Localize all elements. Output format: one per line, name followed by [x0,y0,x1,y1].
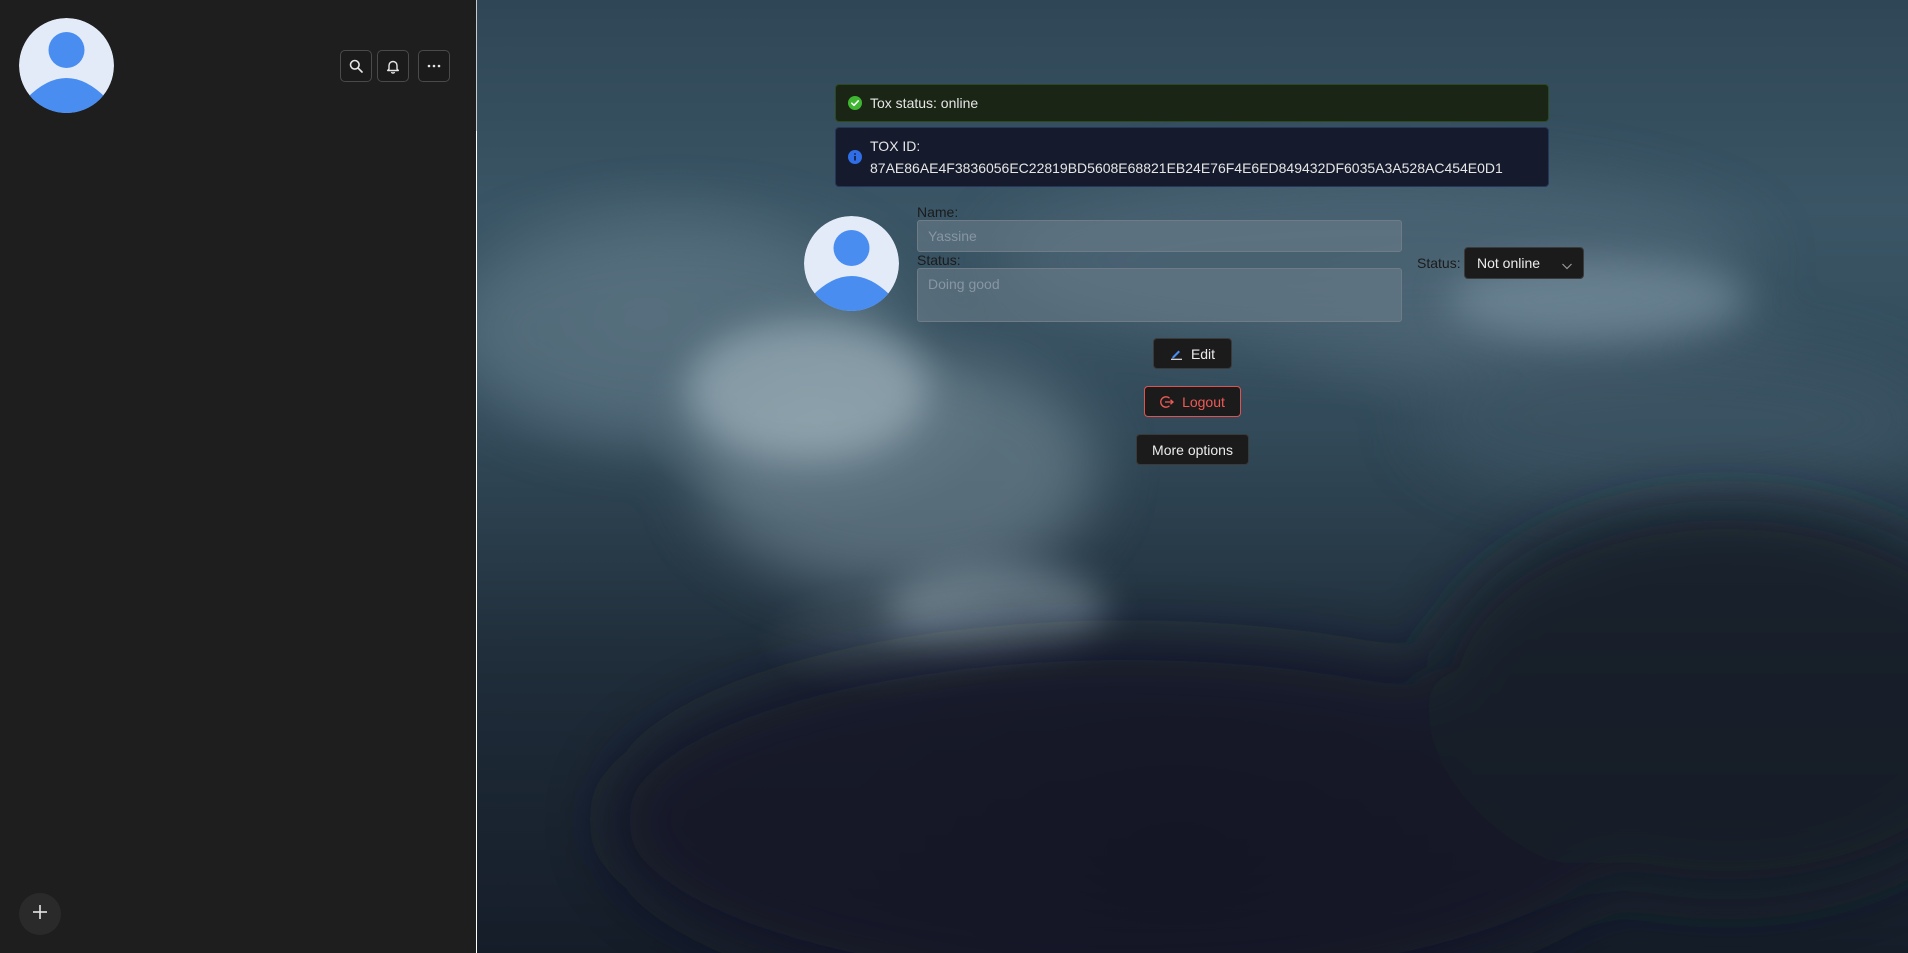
tox-status-text: Tox status: online [870,95,979,111]
pencil-icon [1170,348,1183,360]
tox-id-label: TOX ID: [870,138,921,154]
more-options-button[interactable]: More options [1136,434,1249,465]
tox-id-text: TOX ID: 87AE86AE4F3836056EC22819BD5608E6… [870,135,1503,179]
main-panel: Tox status: online TOX ID: 87AE86AE4F383… [477,0,1908,953]
info-circle-icon [848,150,862,164]
plus-icon [32,904,48,925]
status-textarea[interactable] [917,268,1402,322]
logout-button-label: Logout [1182,393,1225,410]
bell-icon [386,59,400,74]
presence-select-value: Not online [1477,255,1541,271]
logout-button[interactable]: Logout [1144,386,1241,417]
more-options-label: More options [1152,441,1233,458]
edit-button[interactable]: Edit [1153,338,1232,369]
name-label: Name: [917,204,959,220]
presence-select[interactable]: Not online [1464,247,1584,279]
name-input[interactable] [917,220,1402,252]
check-circle-icon [848,96,862,110]
edit-button-label: Edit [1190,345,1216,362]
presence-label: Status: [1417,255,1461,271]
ellipsis-icon [427,64,441,68]
tox-id-value[interactable]: 87AE86AE4F3836056EC22819BD5608E68821EB24… [870,157,1503,179]
notifications-button[interactable] [377,50,409,82]
tox-id-banner: TOX ID: 87AE86AE4F3836056EC22819BD5608E6… [835,127,1549,187]
profile-avatar-icon[interactable] [804,216,899,311]
chevron-down-icon [1561,258,1573,274]
search-button[interactable] [340,50,372,82]
status-label: Status: [917,252,961,268]
sidebar [0,0,476,953]
user-avatar-icon[interactable] [19,18,114,113]
add-button[interactable] [19,893,61,935]
tox-status-banner: Tox status: online [835,84,1549,122]
logout-icon [1160,395,1175,409]
more-menu-button[interactable] [418,50,450,82]
search-icon [349,59,363,73]
